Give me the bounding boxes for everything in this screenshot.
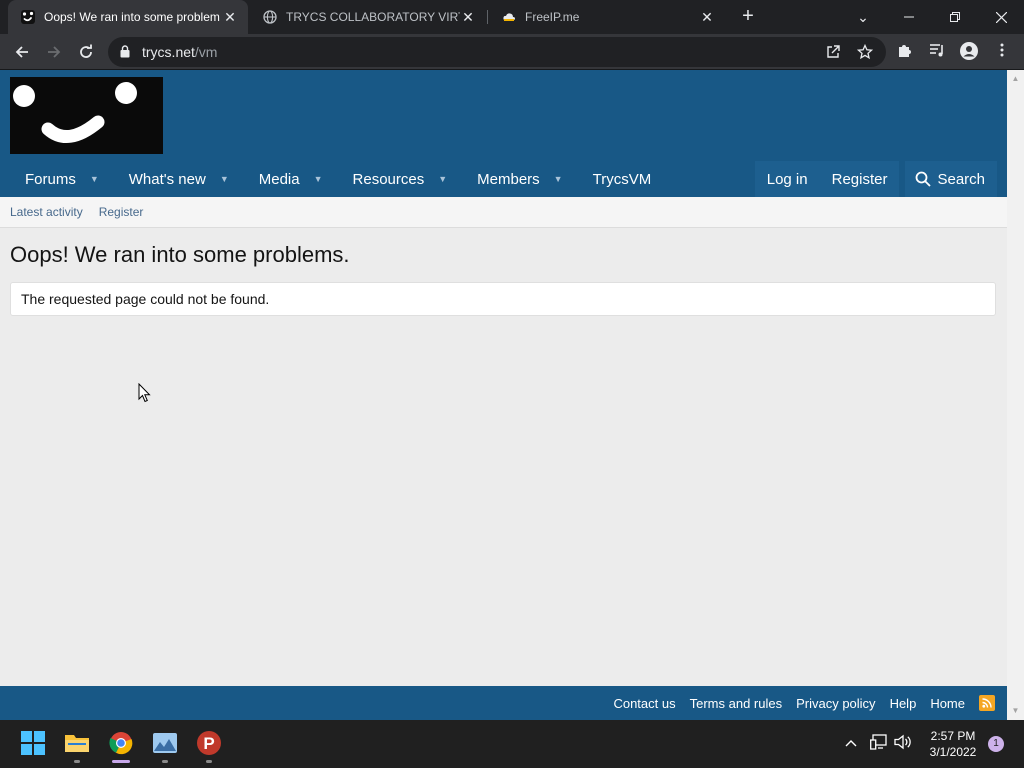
tab-separator (487, 10, 488, 24)
nav-trycsvm[interactable]: TrycsVM (578, 161, 667, 197)
caret-down-icon[interactable]: ▼ (314, 174, 323, 184)
clock[interactable]: 2:57 PM 3/1/2022 (922, 728, 984, 760)
explorer-indicator (74, 760, 80, 763)
kebab-menu-icon[interactable] (992, 42, 1012, 62)
nav-label: Members (477, 170, 540, 188)
volume-icon[interactable] (893, 734, 913, 753)
notification-badge[interactable]: 1 (988, 736, 1004, 752)
tab-title: TRYCS COLLABORATORY VIRTUA (286, 10, 460, 24)
nav-label: What's new (128, 170, 206, 188)
site-header: Forums ▼ What's new ▼ Media ▼ Resources ▼ Me… (0, 70, 1007, 197)
share-icon[interactable] (824, 44, 842, 60)
rss-icon[interactable] (979, 695, 995, 711)
caret-down-icon[interactable]: ▼ (220, 174, 229, 184)
show-hidden-icons-chevron-icon[interactable] (841, 734, 861, 750)
svg-text:P: P (203, 734, 214, 753)
nav-whats-new[interactable]: What's new ▼ (114, 161, 244, 197)
minimize-icon[interactable] (886, 0, 932, 34)
scroll-up-arrow-icon[interactable]: ▲ (1007, 72, 1024, 86)
profile-avatar-icon[interactable] (959, 42, 979, 62)
web-page: Forums ▼ What's new ▼ Media ▼ Resources ▼ Me… (0, 70, 1007, 720)
url-path: /vm (194, 44, 218, 60)
site-footer: Contact us Terms and rules Privacy polic… (0, 686, 1007, 720)
caret-down-icon[interactable]: ▼ (554, 174, 563, 184)
sub-nav: Latest activity Register (0, 197, 1007, 228)
tab-title: Oops! We ran into some problem (44, 10, 220, 24)
register-button[interactable]: Register (819, 161, 900, 197)
nav-label: TrycsVM (592, 170, 652, 188)
help-link[interactable]: Help (890, 696, 917, 711)
page-scrollbar[interactable]: ▲ ▼ (1007, 70, 1024, 720)
nav-label: Resources (352, 170, 425, 188)
back-button[interactable] (9, 39, 35, 65)
scroll-down-arrow-icon[interactable]: ▼ (1007, 704, 1024, 718)
mouse-cursor-icon (138, 382, 151, 408)
privacy-policy-link[interactable]: Privacy policy (796, 696, 875, 711)
nav-media[interactable]: Media ▼ (244, 161, 338, 197)
url-host: trycs.net (142, 44, 195, 60)
browser-toolbar: trycs.net/vm (0, 34, 1024, 70)
site-logo[interactable] (10, 77, 163, 154)
chrome-indicator (112, 760, 130, 763)
caret-down-icon[interactable]: ▼ (90, 174, 99, 184)
url-text[interactable]: trycs.net/vm (142, 44, 217, 60)
photos-app-icon[interactable] (150, 728, 180, 758)
search-icon (915, 171, 932, 187)
tab-error-page[interactable]: Oops! We ran into some problem ✕ (8, 0, 248, 34)
bookmark-star-icon[interactable] (856, 43, 874, 60)
close-window-icon[interactable] (978, 0, 1024, 34)
login-button[interactable]: Log in (754, 161, 820, 197)
terms-link[interactable]: Terms and rules (690, 696, 782, 711)
nav-label: Forums (25, 170, 76, 188)
windows-start-icon[interactable] (18, 728, 48, 758)
nav-label: Media (258, 170, 300, 188)
clock-date: 3/1/2022 (929, 745, 977, 759)
new-tab-button[interactable]: + (737, 5, 759, 27)
forward-button[interactable] (41, 39, 67, 65)
latest-activity-link[interactable]: Latest activity (10, 205, 83, 219)
main-nav: Forums ▼ What's new ▼ Media ▼ Resources ▼ Me… (10, 161, 666, 197)
file-explorer-icon[interactable] (62, 728, 92, 758)
psiphon-indicator (206, 760, 212, 763)
tab-close-icon[interactable]: ✕ (460, 9, 476, 26)
home-link[interactable]: Home (930, 696, 965, 711)
clock-time: 2:57 PM (930, 729, 976, 743)
page-title: Oops! We ran into some problems. (10, 242, 350, 267)
media-control-icon[interactable] (927, 42, 947, 62)
caret-down-icon[interactable]: ▼ (438, 174, 447, 184)
site-logo-favicon-icon (20, 9, 36, 25)
reload-button[interactable] (73, 39, 99, 65)
tab-freeip[interactable]: FreeIP.me ✕ (489, 0, 725, 34)
register-link[interactable]: Register (99, 205, 144, 219)
search-button[interactable]: Search (905, 161, 997, 197)
taskbar: P 2:57 PM 3/1/2022 1 (0, 720, 1024, 768)
tab-close-icon[interactable]: ✕ (222, 9, 238, 26)
account-nav: Log in Register Search (754, 161, 997, 197)
psiphon-p-icon[interactable]: P (194, 728, 224, 758)
nav-forums[interactable]: Forums ▼ (10, 161, 114, 197)
nav-members[interactable]: Members ▼ (462, 161, 577, 197)
tab-strip: Oops! We ran into some problem ✕ TRYCS C… (0, 0, 1024, 34)
restore-icon[interactable] (932, 0, 978, 34)
tab-trycs-collaboratory[interactable]: TRYCS COLLABORATORY VIRTUA ✕ (250, 0, 486, 34)
network-icon[interactable] (869, 734, 889, 753)
contact-us-link[interactable]: Contact us (613, 696, 675, 711)
address-bar[interactable]: trycs.net/vm (108, 37, 886, 67)
tab-close-icon[interactable]: ✕ (699, 9, 715, 26)
error-message: The requested page could not be found. (10, 282, 996, 316)
tab-title: FreeIP.me (525, 10, 580, 24)
tab-search-chevron-icon[interactable]: ⌄ (840, 0, 886, 34)
globe-icon (262, 9, 278, 25)
photos-indicator (162, 760, 168, 763)
search-label: Search (937, 170, 985, 188)
cloud-icon (501, 9, 517, 25)
lock-icon[interactable] (120, 45, 130, 63)
nav-resources[interactable]: Resources ▼ (338, 161, 463, 197)
extensions-puzzle-icon[interactable] (895, 42, 915, 62)
chrome-icon[interactable] (106, 728, 136, 758)
